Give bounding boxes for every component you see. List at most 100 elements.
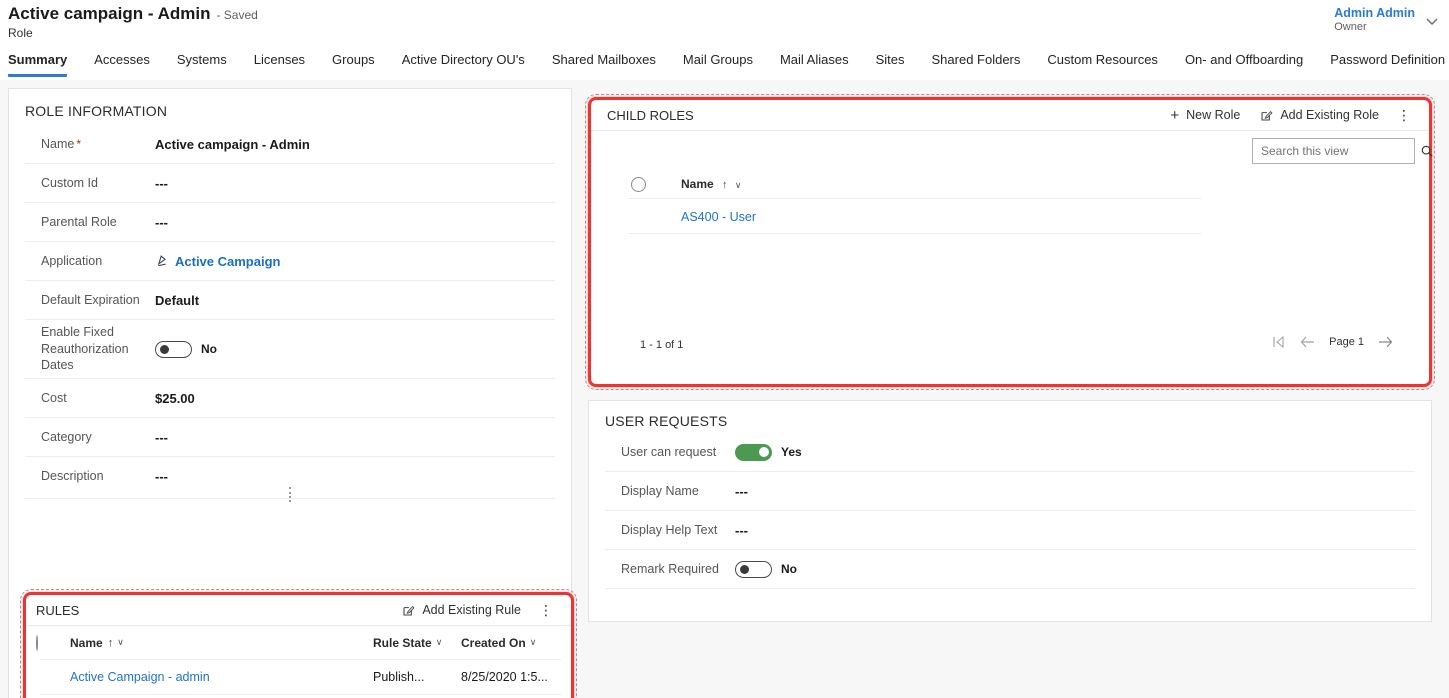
add-existing-icon bbox=[1260, 109, 1273, 122]
name-label: Name bbox=[41, 137, 74, 151]
rules-title: RULES bbox=[36, 603, 79, 618]
user-can-request-state: Yes bbox=[781, 445, 802, 459]
display-help-text-value[interactable]: --- bbox=[735, 523, 748, 538]
child-roles-column-headers: Name ↑ ∨ bbox=[631, 170, 741, 198]
sort-ascending-icon: ↑ bbox=[722, 179, 728, 191]
record-title: Active campaign - Admin bbox=[8, 4, 210, 23]
role-information-card: ROLE INFORMATION Name* Active campaign -… bbox=[8, 88, 572, 698]
add-existing-role-button[interactable]: Add Existing Role bbox=[1250, 108, 1389, 122]
child-roles-column-name[interactable]: Name ↑ ∨ bbox=[681, 177, 741, 191]
field-row-enable-fixed-reauthorization-dates: Enable Fixed Reauthorization Dates No bbox=[25, 320, 555, 379]
tab-active-directory-ous[interactable]: Active Directory OU's bbox=[402, 52, 525, 74]
tab-custom-resources[interactable]: Custom Resources bbox=[1047, 52, 1158, 74]
tab-summary[interactable]: Summary bbox=[8, 52, 67, 77]
field-row-default-expiration: Default Expiration Default bbox=[25, 281, 555, 320]
display-name-label: Display Name bbox=[621, 483, 735, 500]
child-roles-subgrid: CHILD ROLES + New Role Add Existing Role… bbox=[588, 97, 1432, 387]
toggle-knob bbox=[740, 565, 749, 574]
user-can-request-toggle[interactable] bbox=[735, 444, 772, 461]
next-page-icon[interactable] bbox=[1378, 336, 1393, 348]
rule-name-link[interactable]: Active Campaign - admin bbox=[70, 670, 210, 684]
record-count-label: 1 - 1 of 1 bbox=[640, 339, 683, 351]
add-existing-role-label: Add Existing Role bbox=[1280, 108, 1379, 122]
field-row-display-help-text: Display Help Text --- bbox=[605, 511, 1415, 550]
field-row-cost: Cost $25.00 bbox=[25, 379, 555, 418]
enable-fixed-reauthorization-dates-label: Enable Fixed Reauthorization Dates bbox=[41, 324, 155, 375]
user-requests-card: USER REQUESTS User can request Yes Displ… bbox=[588, 400, 1432, 622]
required-asterisk: * bbox=[76, 137, 81, 151]
child-roles-select-all-radio[interactable] bbox=[631, 177, 646, 192]
default-expiration-value[interactable]: Default bbox=[155, 293, 199, 308]
new-role-button[interactable]: + New Role bbox=[1160, 107, 1250, 124]
user-requests-title: USER REQUESTS bbox=[605, 413, 1415, 429]
add-existing-rule-button[interactable]: Add Existing Rule bbox=[392, 603, 531, 617]
field-row-parental-role: Parental Role --- bbox=[25, 203, 555, 242]
rules-table-row[interactable]: Active Campaign - admin Publish... 8/25/… bbox=[26, 660, 571, 694]
display-help-text-label: Display Help Text bbox=[621, 522, 735, 539]
field-row-category: Category --- bbox=[25, 418, 555, 457]
tab-mail-groups[interactable]: Mail Groups bbox=[683, 52, 753, 74]
child-role-name-link[interactable]: AS400 - User bbox=[681, 210, 756, 224]
parental-role-label: Parental Role bbox=[41, 214, 155, 231]
rules-header: RULES Add Existing Rule ⋮ bbox=[26, 595, 571, 626]
application-entity-icon bbox=[155, 253, 169, 270]
remark-required-toggle[interactable] bbox=[735, 561, 772, 578]
custom-id-value[interactable]: --- bbox=[155, 176, 168, 191]
child-roles-more-commands-icon[interactable]: ⋮ bbox=[1389, 107, 1419, 124]
tab-groups[interactable]: Groups bbox=[332, 52, 375, 74]
rules-column-headers: Name ↑ ∨ Rule State ∨ Created On ∨ bbox=[26, 626, 571, 659]
subgrid-search-box bbox=[1252, 138, 1415, 164]
rule-created-on-cell: 8/25/2020 1:5... bbox=[461, 670, 548, 684]
owner-field: Admin Admin Owner bbox=[1334, 6, 1415, 33]
role-information-title: ROLE INFORMATION bbox=[25, 103, 555, 119]
add-existing-rule-label: Add Existing Rule bbox=[422, 603, 521, 617]
tab-licenses[interactable]: Licenses bbox=[254, 52, 305, 74]
owner-role-label: Owner bbox=[1334, 21, 1415, 33]
child-roles-title: CHILD ROLES bbox=[607, 108, 694, 123]
rules-more-commands-icon[interactable]: ⋮ bbox=[531, 602, 561, 619]
rule-state-cell: Publish... bbox=[373, 670, 424, 684]
rules-select-all-radio[interactable] bbox=[36, 635, 38, 651]
first-page-icon[interactable] bbox=[1272, 336, 1286, 348]
tab-on-and-offboarding[interactable]: On- and Offboarding bbox=[1185, 52, 1303, 74]
tab-mail-aliases[interactable]: Mail Aliases bbox=[780, 52, 849, 74]
cost-value[interactable]: $25.00 bbox=[155, 391, 195, 406]
column-menu-chevron-icon: ∨ bbox=[530, 637, 537, 648]
splitter-handle[interactable] bbox=[289, 487, 291, 502]
parental-role-value[interactable]: --- bbox=[155, 215, 168, 230]
rules-column-created-on[interactable]: Created On ∨ bbox=[461, 636, 571, 650]
tab-shared-mailboxes[interactable]: Shared Mailboxes bbox=[552, 52, 656, 74]
chevron-down-icon[interactable] bbox=[1423, 12, 1441, 30]
page-number-label: Page 1 bbox=[1329, 336, 1364, 348]
record-tab-bar: Summary Accesses Systems Licenses Groups… bbox=[8, 52, 1448, 80]
description-value[interactable]: --- bbox=[155, 469, 168, 484]
application-link-text: Active Campaign bbox=[175, 254, 280, 269]
user-can-request-label: User can request bbox=[621, 444, 735, 461]
tab-password-definition[interactable]: Password Definition bbox=[1330, 52, 1445, 74]
field-row-application: Application Active Campaign bbox=[25, 242, 555, 281]
add-existing-icon bbox=[402, 604, 415, 617]
name-value[interactable]: Active campaign - Admin bbox=[155, 137, 310, 152]
rules-column-name[interactable]: Name ↑ ∨ bbox=[70, 636, 373, 650]
tab-accesses[interactable]: Accesses bbox=[94, 52, 150, 74]
search-icon[interactable] bbox=[1420, 144, 1434, 158]
application-lookup-link[interactable]: Active Campaign bbox=[155, 253, 280, 270]
display-name-value[interactable]: --- bbox=[735, 484, 748, 499]
owner-link[interactable]: Admin Admin bbox=[1334, 6, 1415, 20]
child-roles-pagination: 1 - 1 of 1 Page 1 bbox=[591, 336, 1429, 356]
application-label: Application bbox=[41, 253, 155, 270]
previous-page-icon[interactable] bbox=[1300, 336, 1315, 348]
field-row-remark-required: Remark Required No bbox=[605, 550, 1415, 589]
search-input[interactable] bbox=[1253, 144, 1420, 158]
tab-sites[interactable]: Sites bbox=[876, 52, 905, 74]
category-value[interactable]: --- bbox=[155, 430, 168, 445]
tab-systems[interactable]: Systems bbox=[177, 52, 227, 74]
child-roles-header: CHILD ROLES + New Role Add Existing Role… bbox=[591, 100, 1429, 131]
rules-column-rule-state[interactable]: Rule State ∨ bbox=[373, 636, 461, 650]
plus-icon: + bbox=[1170, 107, 1179, 124]
toggle-knob bbox=[759, 447, 769, 457]
tab-shared-folders[interactable]: Shared Folders bbox=[932, 52, 1021, 74]
enable-fixed-reauthorization-dates-toggle[interactable] bbox=[155, 341, 192, 358]
page-title: Active campaign - Admin- Saved bbox=[8, 4, 258, 24]
child-roles-table-row[interactable]: AS400 - User bbox=[681, 202, 756, 232]
